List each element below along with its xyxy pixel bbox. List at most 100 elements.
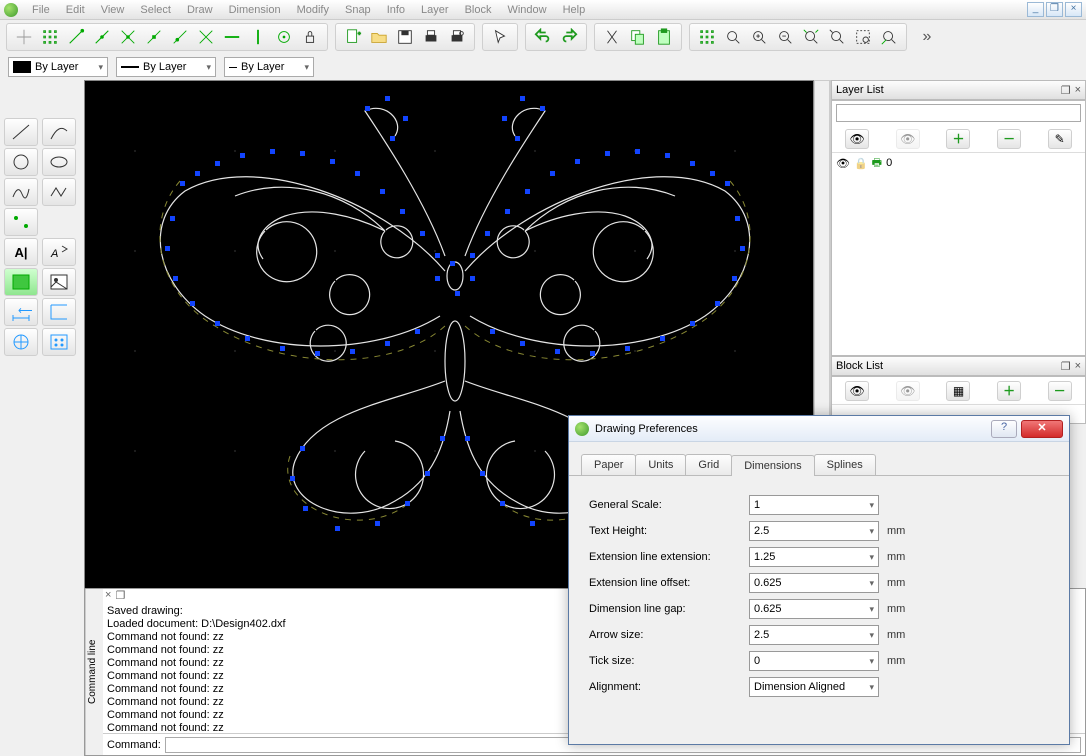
relative-zero-icon[interactable] xyxy=(271,24,297,50)
dialog-titlebar[interactable]: Drawing Preferences ? ✕ xyxy=(569,416,1069,442)
toolbar-overflow-icon[interactable]: » xyxy=(914,24,940,50)
dialog-close-button[interactable]: ✕ xyxy=(1021,420,1063,438)
snap-onentity-icon[interactable] xyxy=(89,24,115,50)
layer-row-0[interactable]: 👁 🔒 🖶 0 xyxy=(832,153,1085,173)
polyline-tool-icon[interactable] xyxy=(42,178,76,206)
menu-draw[interactable]: Draw xyxy=(179,2,221,18)
arc-tool-icon[interactable] xyxy=(42,118,76,146)
input-ext-line-off[interactable]: 0.625 xyxy=(749,573,879,593)
zoom-auto-icon[interactable] xyxy=(798,24,824,50)
tab-splines[interactable]: Splines xyxy=(814,454,876,475)
snap-endpoint-icon[interactable] xyxy=(63,24,89,50)
hide-all-blocks-icon[interactable]: 👁 xyxy=(896,381,920,401)
menu-block[interactable]: Block xyxy=(457,2,500,18)
dimension-leader-icon[interactable] xyxy=(42,298,76,326)
zoom-out-icon[interactable] xyxy=(772,24,798,50)
snap-middle-icon[interactable] xyxy=(141,24,167,50)
line-tool-icon[interactable] xyxy=(4,118,38,146)
zoom-prev-icon[interactable] xyxy=(824,24,850,50)
hatch-tool-icon[interactable] xyxy=(4,268,38,296)
info-tool-icon[interactable] xyxy=(42,328,76,356)
show-all-blocks-icon[interactable]: 👁 xyxy=(845,381,869,401)
text-tool-icon[interactable]: A| xyxy=(4,238,38,266)
remove-layer-icon[interactable]: － xyxy=(997,129,1021,149)
zoom-window-icon[interactable] xyxy=(850,24,876,50)
zoom-pan-icon[interactable] xyxy=(876,24,902,50)
linetype-by-layer-combo[interactable]: By Layer xyxy=(224,57,314,77)
create-block-icon[interactable]: ▦ xyxy=(946,381,970,401)
snap-free-icon[interactable] xyxy=(11,24,37,50)
width-by-layer-combo[interactable]: By Layer xyxy=(116,57,216,77)
edit-layer-icon[interactable]: ✎ xyxy=(1048,129,1072,149)
copy-icon[interactable] xyxy=(625,24,651,50)
input-alignment[interactable]: Dimension Aligned xyxy=(749,677,879,697)
restore-button[interactable]: ❐ xyxy=(1046,2,1063,17)
layer-print-icon[interactable]: 🖶 xyxy=(872,154,882,173)
input-text-height[interactable]: 2.5 xyxy=(749,521,879,541)
tab-grid[interactable]: Grid xyxy=(685,454,732,475)
menu-snap[interactable]: Snap xyxy=(337,2,379,18)
snap-distance-icon[interactable] xyxy=(167,24,193,50)
snap-intersection-icon[interactable] xyxy=(193,24,219,50)
dimension-tool-icon[interactable]: ⟵⟶ xyxy=(4,298,38,326)
tab-dimensions[interactable]: Dimensions xyxy=(731,455,814,476)
undo-icon[interactable] xyxy=(530,24,556,50)
snap-grid-icon[interactable] xyxy=(37,24,63,50)
tab-units[interactable]: Units xyxy=(635,454,686,475)
input-ext-line-ext[interactable]: 1.25 xyxy=(749,547,879,567)
color-by-layer-combo[interactable]: By Layer xyxy=(8,57,108,77)
modify-tool-icon[interactable] xyxy=(4,328,38,356)
close-button[interactable]: × xyxy=(1065,2,1082,17)
menu-select[interactable]: Select xyxy=(132,2,179,18)
cmd-float-icon[interactable]: ❐ xyxy=(115,589,125,603)
zoom-in-icon[interactable] xyxy=(746,24,772,50)
input-dim-line-gap[interactable]: 0.625 xyxy=(749,599,879,619)
zoom-redraw-icon[interactable] xyxy=(720,24,746,50)
ellipse-tool-icon[interactable] xyxy=(42,148,76,176)
menu-layer[interactable]: Layer xyxy=(413,2,457,18)
cut-icon[interactable] xyxy=(599,24,625,50)
restrict-horiz-icon[interactable] xyxy=(219,24,245,50)
mtext-tool-icon[interactable]: A xyxy=(42,238,76,266)
block-list-header[interactable]: Block List ❐× xyxy=(831,356,1086,376)
panel-close-icon[interactable]: × xyxy=(1075,84,1081,97)
menu-dimension[interactable]: Dimension xyxy=(221,2,289,18)
redo-icon[interactable] xyxy=(556,24,582,50)
menu-info[interactable]: Info xyxy=(379,2,413,18)
input-tick-size[interactable]: 0 xyxy=(749,651,879,671)
add-block-icon[interactable]: ＋ xyxy=(997,381,1021,401)
layer-lock-icon[interactable]: 🔒 xyxy=(854,157,868,170)
spline-tool-icon[interactable] xyxy=(4,178,38,206)
restrict-vert-icon[interactable] xyxy=(245,24,271,50)
paste-icon[interactable] xyxy=(651,24,677,50)
lock-relative-icon[interactable] xyxy=(297,24,323,50)
open-file-icon[interactable] xyxy=(366,24,392,50)
new-file-icon[interactable] xyxy=(340,24,366,50)
minimize-button[interactable]: _ xyxy=(1027,2,1044,17)
snap-center-icon[interactable] xyxy=(115,24,141,50)
menu-help[interactable]: Help xyxy=(555,2,594,18)
command-line-tab[interactable]: Command line xyxy=(85,589,103,755)
layer-list-header[interactable]: Layer List ❐× xyxy=(831,80,1086,100)
hide-all-layers-icon[interactable]: 👁 xyxy=(896,129,920,149)
circle-tool-icon[interactable] xyxy=(4,148,38,176)
save-file-icon[interactable] xyxy=(392,24,418,50)
layer-filter-input[interactable] xyxy=(836,104,1081,122)
point-tool-icon[interactable] xyxy=(4,208,38,236)
tab-paper[interactable]: Paper xyxy=(581,454,636,475)
print-icon[interactable] xyxy=(418,24,444,50)
add-layer-icon[interactable]: ＋ xyxy=(946,129,970,149)
panel-float-icon[interactable]: ❐ xyxy=(1061,360,1071,373)
cmd-close-icon[interactable]: × xyxy=(105,589,111,603)
menu-modify[interactable]: Modify xyxy=(289,2,337,18)
menu-file[interactable]: File xyxy=(24,2,58,18)
image-tool-icon[interactable] xyxy=(42,268,76,296)
menu-window[interactable]: Window xyxy=(499,2,554,18)
input-arrow-size[interactable]: 2.5 xyxy=(749,625,879,645)
dialog-help-button[interactable]: ? xyxy=(991,420,1017,438)
grid-toggle-icon[interactable] xyxy=(694,24,720,50)
input-general-scale[interactable]: 1 xyxy=(749,495,879,515)
show-all-layers-icon[interactable]: 👁 xyxy=(845,129,869,149)
remove-block-icon[interactable]: － xyxy=(1048,381,1072,401)
menu-view[interactable]: View xyxy=(93,2,133,18)
